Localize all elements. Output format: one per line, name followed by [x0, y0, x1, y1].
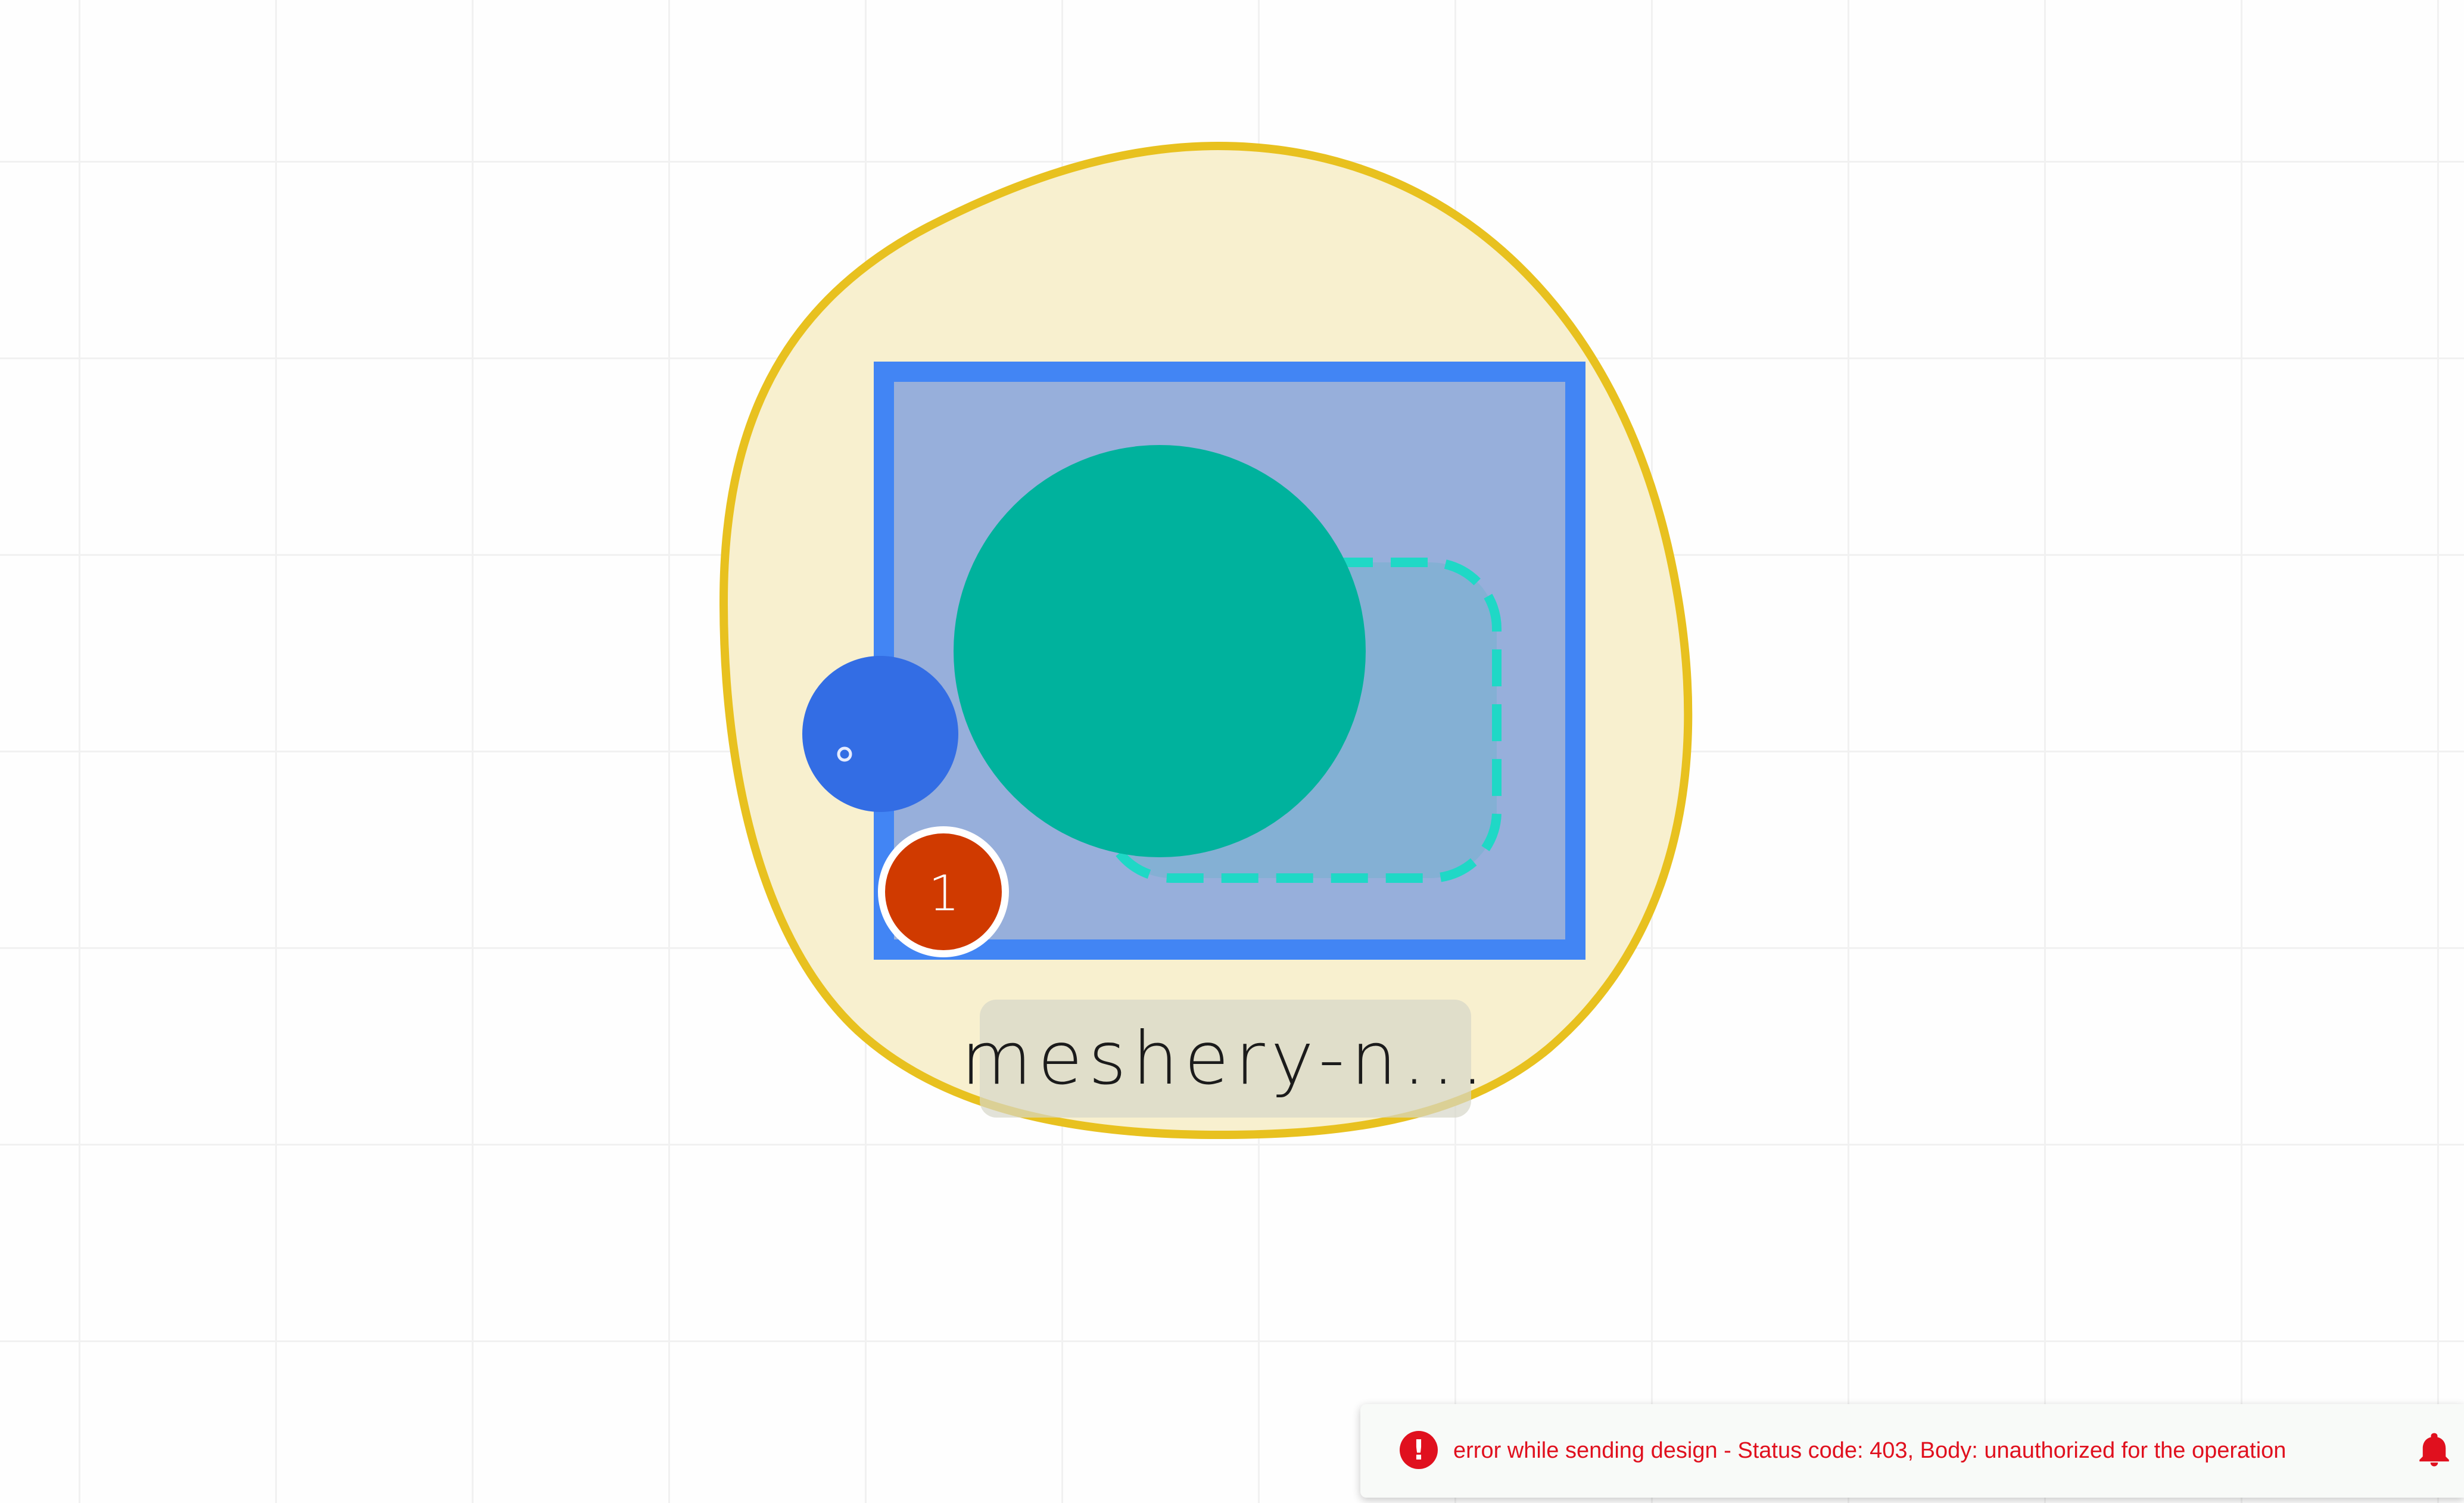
- design-diagram: [719, 141, 1693, 1140]
- port-handle-dot[interactable]: [837, 746, 852, 762]
- bell-icon[interactable]: [2415, 1429, 2454, 1471]
- notification-message: error while sending design - Status code…: [1453, 1438, 2287, 1463]
- component-circle[interactable]: [954, 445, 1366, 857]
- error-notification[interactable]: ! error while sending design - Status co…: [1360, 1404, 2464, 1498]
- node-label[interactable]: meshery-n...: [961, 1000, 1484, 1118]
- error-icon-glyph: !: [1412, 1434, 1425, 1466]
- error-icon: !: [1400, 1431, 1438, 1469]
- badge-count: 1: [928, 865, 960, 922]
- node-label-text: meshery-n...: [961, 1016, 1490, 1101]
- node-port[interactable]: [802, 656, 958, 812]
- design-canvas[interactable]: 1 meshery-n... ! error while sending des…: [0, 0, 2464, 1503]
